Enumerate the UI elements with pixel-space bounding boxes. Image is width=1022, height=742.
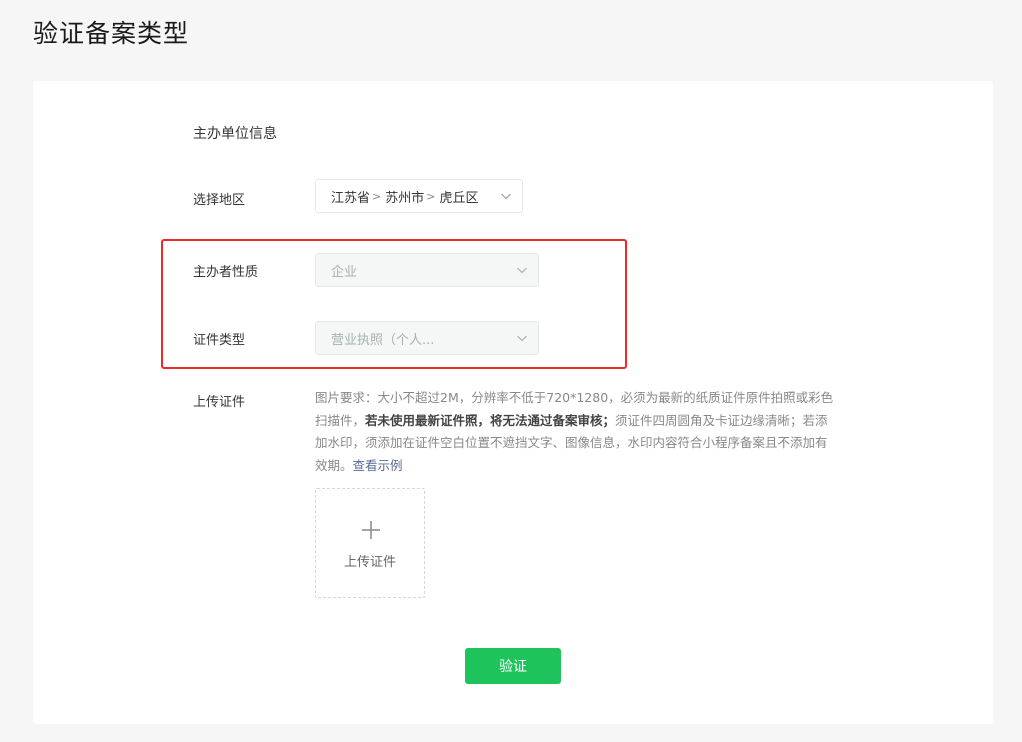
form-card: 主办单位信息 选择地区 江苏省 > 苏州市 > 虎丘区 主办者性质 企业 证件类… [33, 81, 993, 724]
region-district: 虎丘区 [439, 190, 479, 206]
region-separator: > [372, 189, 382, 203]
region-province: 江苏省 [331, 190, 371, 206]
page-title: 验证备案类型 [33, 19, 190, 48]
nature-select[interactable]: 企业 [315, 253, 539, 287]
chevron-down-icon [517, 335, 527, 342]
region-separator: > [426, 189, 436, 203]
nature-label: 主办者性质 [193, 265, 259, 280]
region-city: 苏州市 [385, 190, 425, 206]
section-title: 主办单位信息 [193, 126, 277, 142]
chevron-down-icon [501, 193, 511, 200]
upload-certificate-box[interactable]: 上传证件 [315, 488, 425, 598]
cert-type-value: 营业执照（个人... [331, 332, 435, 348]
cert-type-select[interactable]: 营业执照（个人... [315, 321, 539, 355]
upload-box-label: 上传证件 [343, 555, 396, 570]
region-select[interactable]: 江苏省 > 苏州市 > 虎丘区 [315, 179, 523, 213]
region-label: 选择地区 [193, 193, 246, 208]
view-example-link[interactable]: 查看示例 [353, 458, 403, 473]
nature-value: 企业 [331, 264, 358, 280]
verify-button[interactable]: 验证 [465, 648, 561, 684]
requirements-warning: 若未使用最新证件照，将无法通过备案审核； [365, 412, 616, 428]
plus-icon [362, 521, 380, 539]
upload-label: 上传证件 [193, 395, 246, 410]
upload-requirements: 图片要求：大小不超过2M，分辨率不低于720*1280，必须为最新的纸质证件原件… [315, 387, 835, 477]
chevron-down-icon [517, 267, 527, 274]
cert-type-label: 证件类型 [193, 333, 246, 348]
